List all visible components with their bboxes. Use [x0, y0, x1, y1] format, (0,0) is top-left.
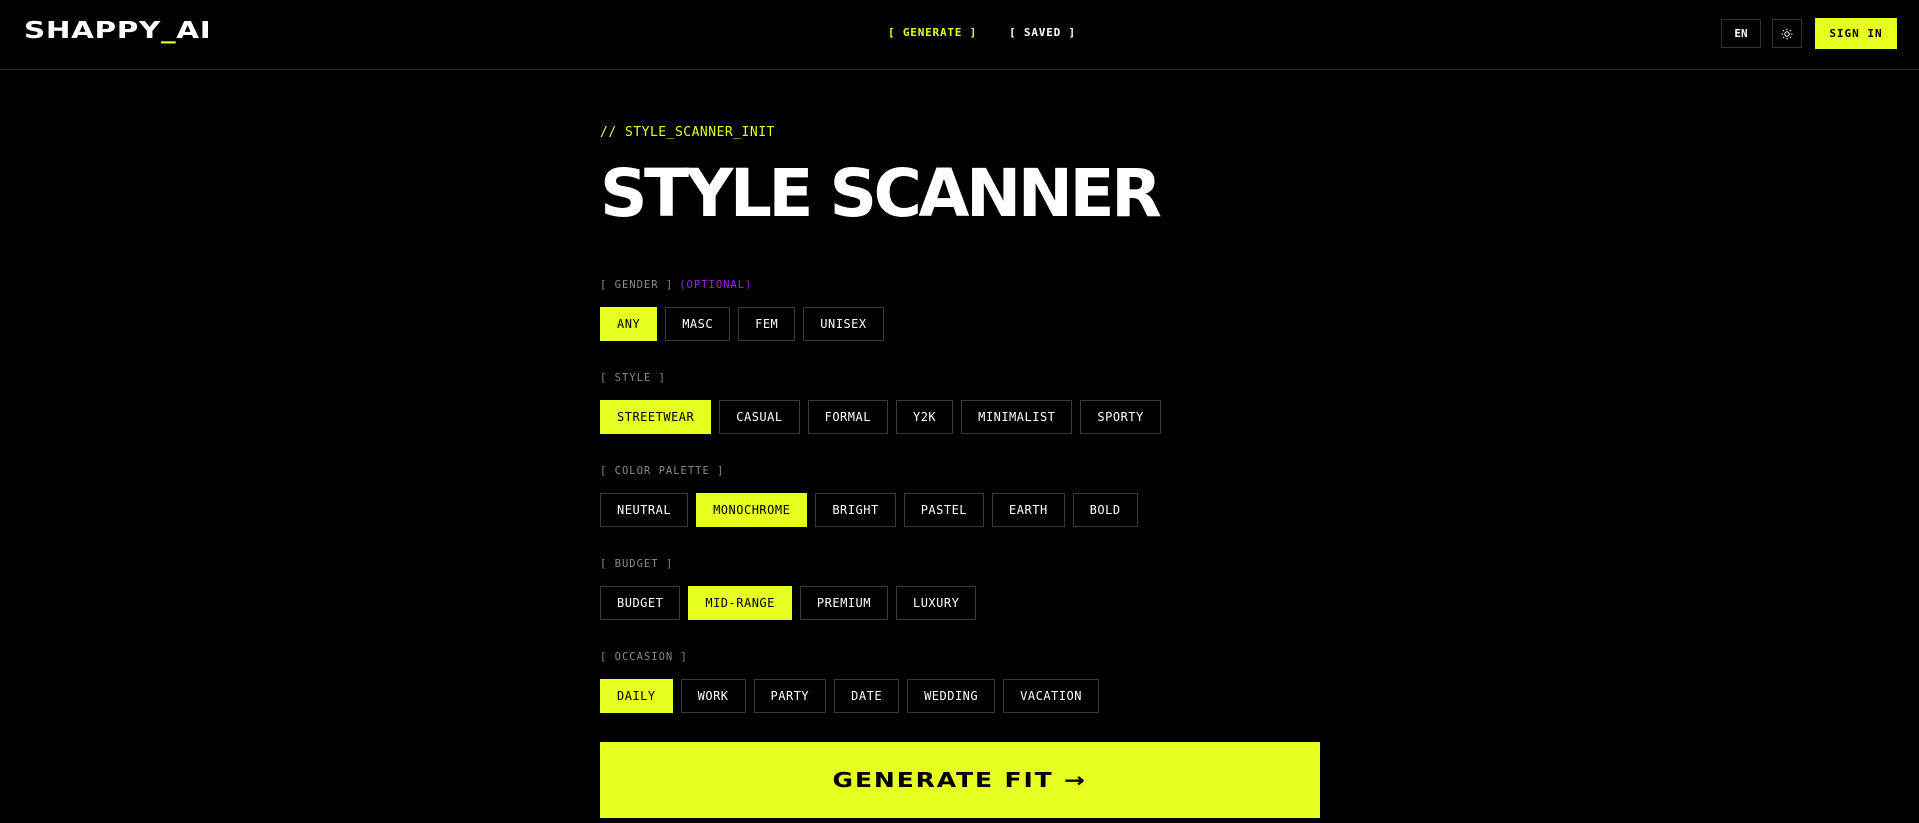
option-minimalist-button[interactable]: MINIMALIST: [961, 400, 1073, 434]
budget-options: BUDGET MID-RANGE PREMIUM LUXURY: [600, 586, 1320, 620]
nav-generate-link[interactable]: [ GENERATE ]: [888, 26, 977, 39]
section-label: [ OCCASION ]: [600, 651, 688, 663]
style-options: STREETWEAR CASUAL FORMAL Y2K MINIMALIST SPORT…: [600, 400, 1320, 434]
section-label: [ BUDGET ]: [600, 558, 674, 570]
option-party-button[interactable]: PARTY: [753, 679, 827, 713]
section-label: [ STYLE ]: [600, 372, 666, 384]
style-section: [ STYLE ] STREETWEAR CASUAL FORMAL Y2K MINIM…: [600, 371, 1320, 434]
option-casual-button[interactable]: CASUAL: [719, 400, 800, 434]
budget-section: [ BUDGET ] BUDGET MID-RANGE PREMIUM LUXURY: [600, 557, 1320, 620]
option-sporty-button[interactable]: SPORTY: [1080, 400, 1161, 434]
nav-saved-link[interactable]: [ SAVED ]: [1009, 26, 1076, 39]
top-bar: SHAPPY_AI [ GENERATE ] [ SAVED ] EN SIGN…: [0, 0, 1919, 70]
option-streetwear-button[interactable]: STREETWEAR: [600, 400, 712, 434]
occasion-section: [ OCCASION ] DAILY WORK PARTY DATE WEDDING VA…: [600, 650, 1320, 713]
option-daily-button[interactable]: DAILY: [600, 679, 673, 713]
generate-fit-label: GENERATE FIT →: [832, 768, 1088, 792]
optional-note: (OPTIONAL): [679, 279, 753, 291]
option-earth-button[interactable]: EARTH: [992, 493, 1065, 527]
color-palette-options: NEUTRAL MONOCHROME BRIGHT PASTEL EARTH BOLD: [600, 493, 1320, 527]
option-premium-button[interactable]: PREMIUM: [799, 586, 888, 620]
option-neutral-button[interactable]: NEUTRAL: [600, 493, 689, 527]
section-label: [ COLOR PALETTE ]: [600, 465, 725, 477]
main-nav: [ GENERATE ] [ SAVED ]: [888, 26, 1076, 39]
option-fem-button[interactable]: FEM: [738, 307, 796, 341]
style-scanner-panel: // STYLE_SCANNER_INIT STYLE SCANNER [ GE…: [600, 124, 1320, 818]
init-label: // STYLE_SCANNER_INIT: [600, 125, 775, 140]
option-bold-button[interactable]: BOLD: [1072, 493, 1138, 527]
option-y2k-button[interactable]: Y2K: [895, 400, 954, 434]
option-bright-button[interactable]: BRIGHT: [815, 493, 896, 527]
sign-in-button[interactable]: SIGN IN: [1815, 18, 1897, 49]
option-vacation-button[interactable]: VACATION: [1003, 679, 1099, 713]
occasion-options: DAILY WORK PARTY DATE WEDDING VACATION: [600, 679, 1320, 713]
option-monochrome-button[interactable]: MONOCHROME: [696, 493, 808, 527]
generate-fit-button[interactable]: GENERATE FIT →: [600, 742, 1320, 818]
option-pastel-button[interactable]: PASTEL: [903, 493, 985, 527]
option-budget-button[interactable]: BUDGET: [600, 586, 681, 620]
option-unisex-button[interactable]: UNISEX: [803, 307, 884, 341]
option-wedding-button[interactable]: WEDDING: [907, 679, 996, 713]
gender-options: ANY MASC FEM UNISEX: [600, 307, 1320, 341]
logo[interactable]: SHAPPY_AI: [24, 18, 211, 44]
option-date-button[interactable]: DATE: [834, 679, 900, 713]
section-label: [ GENDER ] (OPTIONAL): [600, 279, 753, 291]
color-palette-section: [ COLOR PALETTE ] NEUTRAL MONOCHROME BRIGH…: [600, 464, 1320, 527]
page-title: STYLE SCANNER: [600, 155, 1162, 232]
option-masc-button[interactable]: MASC: [665, 307, 731, 341]
option-luxury-button[interactable]: LUXURY: [895, 586, 977, 620]
gender-section: [ GENDER ] (OPTIONAL) ANY MASC FEM UNISEX: [600, 278, 1320, 341]
sun-icon: [1781, 28, 1793, 39]
option-any-button[interactable]: ANY: [600, 307, 658, 341]
language-button[interactable]: EN: [1721, 19, 1761, 48]
option-formal-button[interactable]: FORMAL: [807, 400, 888, 434]
theme-toggle-button[interactable]: [1772, 19, 1802, 48]
option-work-button[interactable]: WORK: [680, 679, 746, 713]
option-mid-range-button[interactable]: MID-RANGE: [688, 586, 792, 620]
